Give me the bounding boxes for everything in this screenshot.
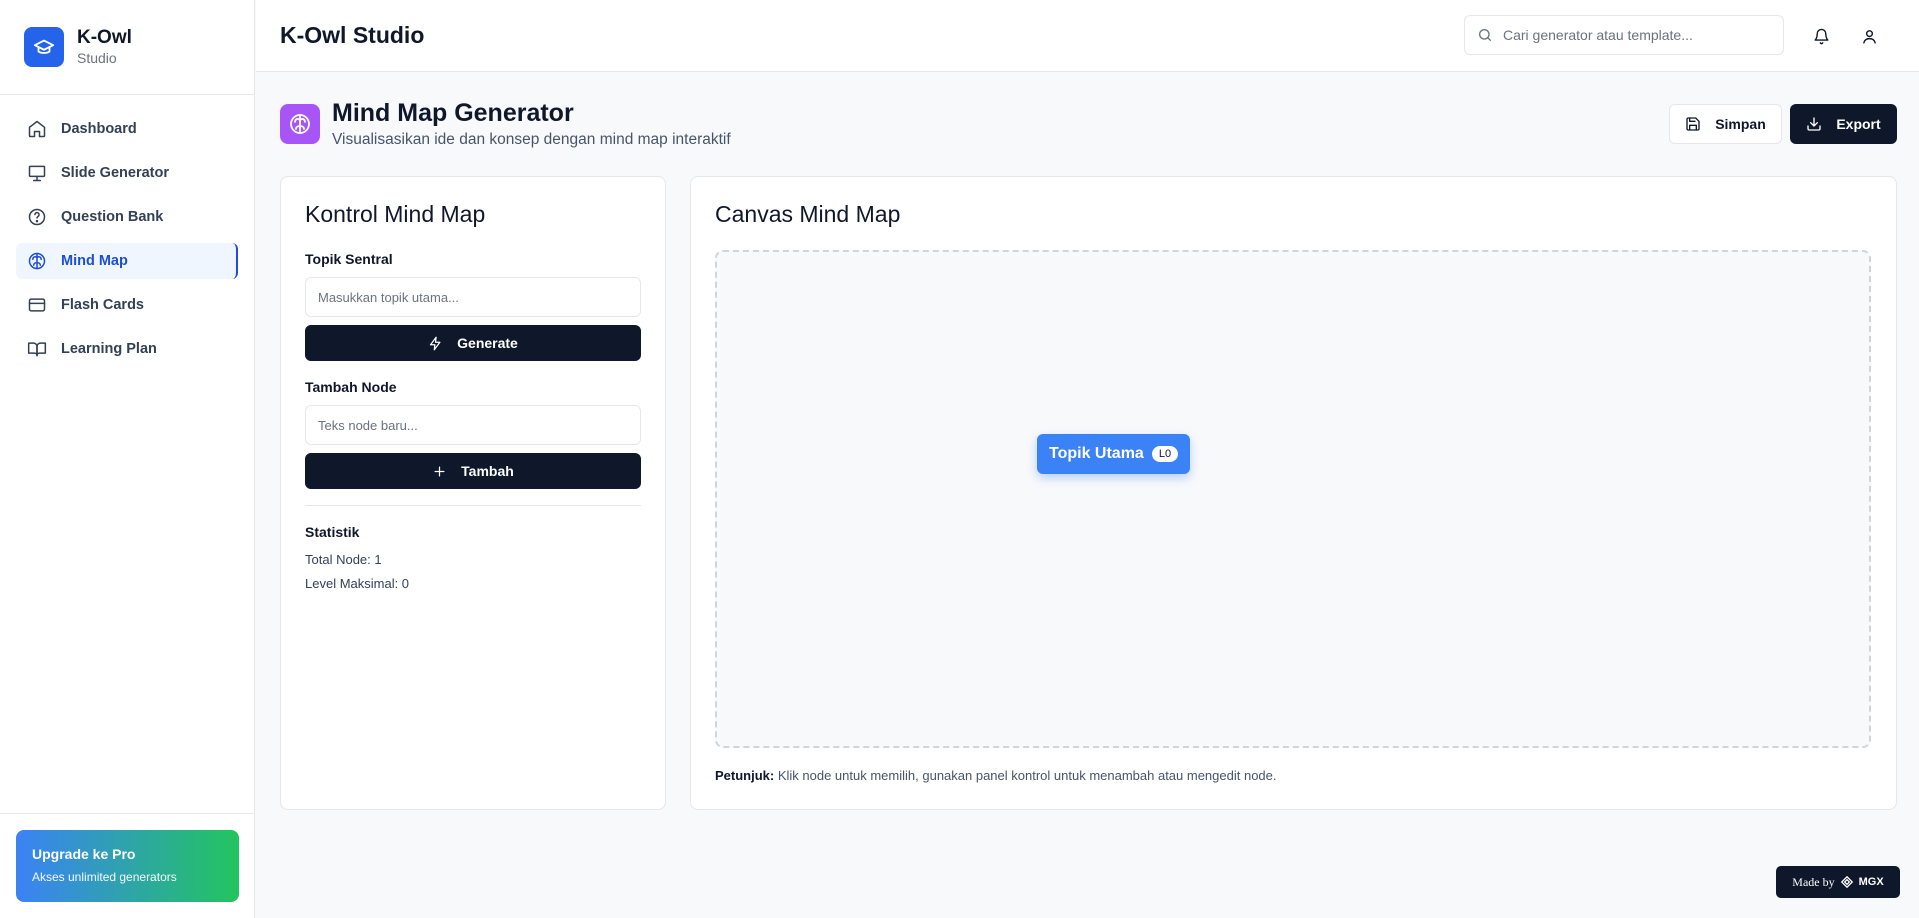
stats-title: Statistik [305, 524, 360, 540]
search-input[interactable] [1503, 27, 1773, 43]
app-title: K-Owl Studio [280, 22, 425, 48]
download-icon [1807, 117, 1821, 131]
generate-button[interactable]: Generate [305, 325, 641, 361]
user-menu-button[interactable] [1853, 20, 1885, 52]
save-label: Simpan [1715, 116, 1766, 132]
bell-icon [1813, 28, 1829, 44]
presentation-icon [28, 165, 46, 182]
user-icon [1862, 29, 1876, 44]
home-icon [28, 120, 46, 138]
page-subtitle: Visualisasikan ide dan konsep dengan min… [332, 131, 731, 148]
max-level: Level Maksimal: 0 [305, 576, 410, 591]
sidebar-item-label: Flash Cards [61, 297, 144, 313]
save-button[interactable]: Simpan [1669, 104, 1782, 144]
brand-subtitle: Studio [77, 50, 117, 66]
total-nodes: Total Node: 1 [305, 552, 382, 567]
add-node-label: Tambah [461, 463, 514, 479]
sidebar: K-Owl Studio Dashboard Slide Generator Q… [0, 0, 255, 918]
brand-name: K-Owl [77, 27, 132, 48]
mind-map-canvas[interactable]: Topik Utama L0 [715, 250, 1871, 748]
mgx-brand: MGX [1858, 876, 1884, 888]
sidebar-item-question-bank[interactable]: Question Bank [16, 199, 238, 235]
upgrade-subtitle: Akses unlimited generators [32, 870, 177, 884]
sidebar-item-learning-plan[interactable]: Learning Plan [16, 331, 238, 367]
node-label: Tambah Node [305, 379, 397, 395]
canvas-hint: Petunjuk: Klik node untuk memilih, gunak… [715, 768, 1277, 783]
export-button[interactable]: Export [1790, 104, 1897, 144]
root-node[interactable]: Topik Utama L0 [1037, 434, 1191, 474]
credit-card-icon [28, 298, 46, 312]
sidebar-nav: Dashboard Slide Generator Question Bank … [0, 95, 254, 367]
sidebar-item-label: Dashboard [61, 121, 137, 137]
control-panel: Kontrol Mind Map Topik Sentral Generate … [280, 176, 666, 810]
sidebar-item-flash-cards[interactable]: Flash Cards [16, 287, 238, 323]
made-by-badge[interactable]: Made by MGX [1776, 866, 1900, 898]
level-badge: L0 [1151, 446, 1179, 462]
topic-label: Topik Sentral [305, 251, 393, 267]
top-header: K-Owl Studio [256, 0, 1919, 72]
topic-input[interactable] [306, 278, 640, 316]
save-icon [1686, 117, 1700, 131]
book-open-icon [27, 342, 47, 357]
upgrade-card[interactable]: Upgrade ke Pro Akses unlimited generator… [16, 830, 239, 902]
sidebar-item-mind-map[interactable]: Mind Map [16, 243, 238, 279]
hint-label: Petunjuk: [715, 768, 775, 783]
canvas-panel-title: Canvas Mind Map [715, 201, 901, 227]
notifications-button[interactable] [1805, 20, 1837, 52]
generate-label: Generate [457, 335, 518, 351]
page-title: Mind Map Generator [332, 99, 574, 127]
sidebar-footer: Upgrade ke Pro Akses unlimited generator… [0, 813, 255, 918]
control-panel-title: Kontrol Mind Map [305, 201, 486, 227]
help-circle-icon [28, 208, 46, 226]
sidebar-item-slide-generator[interactable]: Slide Generator [16, 155, 238, 191]
export-label: Export [1836, 116, 1881, 132]
graduation-cap-icon [24, 27, 64, 67]
node-input[interactable] [306, 406, 640, 444]
sidebar-item-label: Question Bank [61, 209, 164, 225]
plus-icon [434, 466, 445, 476]
add-node-button[interactable]: Tambah [305, 453, 641, 489]
brain-icon [28, 252, 46, 270]
sidebar-item-dashboard[interactable]: Dashboard [16, 111, 238, 147]
search-box[interactable] [1464, 15, 1784, 55]
brain-icon [280, 104, 320, 144]
topic-field[interactable] [305, 277, 641, 317]
node-field[interactable] [305, 405, 641, 445]
zap-icon [430, 336, 441, 350]
mgx-logo-icon [1840, 875, 1853, 889]
upgrade-title: Upgrade ke Pro [32, 846, 136, 862]
canvas-panel: Canvas Mind Map Topik Utama L0 Petunjuk:… [690, 176, 1897, 810]
sidebar-item-label: Slide Generator [61, 165, 169, 181]
brand[interactable]: K-Owl Studio [0, 0, 254, 95]
made-by-label: Made by [1792, 874, 1835, 889]
hint-text: Klik node untuk memilih, gunakan panel k… [774, 768, 1277, 783]
root-node-label: Topik Utama [1049, 445, 1144, 462]
divider [305, 505, 641, 506]
sidebar-item-label: Learning Plan [61, 341, 157, 357]
search-icon [1479, 29, 1491, 41]
sidebar-item-label: Mind Map [61, 253, 128, 269]
